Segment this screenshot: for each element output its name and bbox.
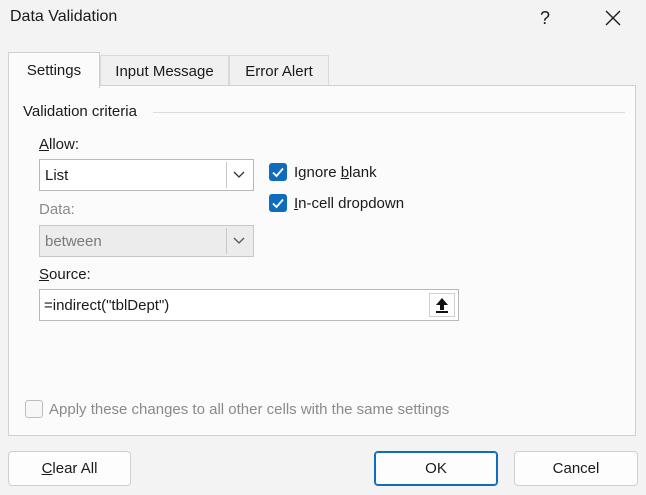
tab-input-message[interactable]: Input Message xyxy=(100,55,229,86)
ok-button[interactable]: OK xyxy=(374,451,498,486)
allow-label: Allow: xyxy=(39,136,80,153)
upload-arrow-icon xyxy=(436,298,448,313)
allow-value: List xyxy=(45,167,69,184)
data-dropdown: between xyxy=(39,225,254,257)
close-button[interactable] xyxy=(596,4,630,32)
allow-dropdown[interactable]: List xyxy=(39,159,254,191)
source-input[interactable]: =indirect("tblDept") xyxy=(39,289,459,321)
data-value: between xyxy=(45,233,102,250)
checkmark-icon xyxy=(272,198,284,209)
close-icon xyxy=(605,10,621,26)
tab-settings[interactable]: Settings xyxy=(8,52,100,88)
checkmark-icon xyxy=(272,167,284,178)
help-icon: ? xyxy=(539,7,550,28)
chevron-down-icon[interactable] xyxy=(226,162,251,188)
in-cell-dropdown-checkbox[interactable] xyxy=(269,194,287,212)
cancel-button[interactable]: Cancel xyxy=(514,451,638,486)
tab-error-alert[interactable]: Error Alert xyxy=(229,55,329,86)
validation-criteria-label: Validation criteria xyxy=(23,103,137,120)
data-label: Data: xyxy=(39,201,75,218)
clear-all-button[interactable]: Clear All xyxy=(8,451,131,486)
dialog-title: Data Validation xyxy=(10,8,118,25)
in-cell-dropdown-label: In-cell dropdown xyxy=(294,195,405,212)
ignore-blank-label: Ignore blank xyxy=(294,164,377,181)
group-divider xyxy=(153,112,625,113)
apply-all-checkbox[interactable] xyxy=(25,400,43,418)
source-label: Source: xyxy=(39,266,91,283)
help-button[interactable]: ? xyxy=(530,4,560,32)
source-value: =indirect("tblDept") xyxy=(44,297,170,314)
apply-all-label: Apply these changes to all other cells w… xyxy=(49,401,450,418)
settings-panel: Validation criteria Allow: List Ignore b… xyxy=(8,85,636,436)
chevron-down-icon xyxy=(226,228,251,254)
collapse-dialog-button[interactable] xyxy=(429,293,455,317)
title-bar: Data Validation ? xyxy=(0,0,646,36)
ignore-blank-checkbox[interactable] xyxy=(269,163,287,181)
